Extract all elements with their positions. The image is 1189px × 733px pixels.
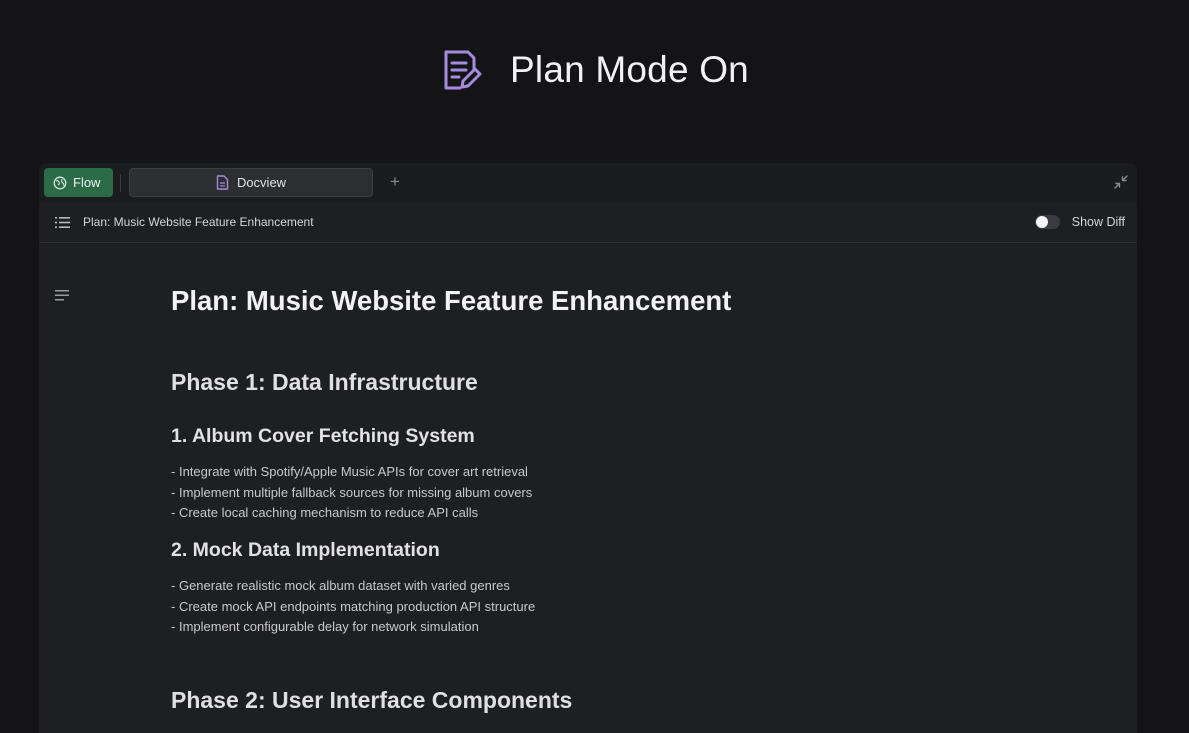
list-item: Implement multiple fallback sources for … xyxy=(171,483,532,504)
hero-title: Plan Mode On xyxy=(510,49,749,90)
collapse-arrows-icon[interactable] xyxy=(1113,174,1129,190)
tab-divider xyxy=(120,174,121,192)
document-content: Plan: Music Website Feature Enhancement … xyxy=(39,243,1137,733)
list-icon[interactable] xyxy=(55,216,70,229)
list-item: Create mock API endpoints matching produ… xyxy=(171,597,535,618)
section-list: Integrate with Spotify/Apple Music APIs … xyxy=(171,462,532,524)
globe-icon xyxy=(53,176,67,189)
section-list: Generate realistic mock album dataset wi… xyxy=(171,576,535,638)
document-title: Plan: Music Website Feature Enhancement xyxy=(171,285,732,316)
app-window: Flow Docview + Plan: Music Website Featu… xyxy=(39,163,1137,733)
hero-banner: Plan Mode On xyxy=(0,0,1189,140)
tab-flow-label: Flow xyxy=(73,175,101,190)
tab-docview[interactable]: Docview xyxy=(129,168,373,197)
section-heading: 1. Album Cover Fetching System xyxy=(171,425,475,447)
phase-heading: Phase 1: Data Infrastructure xyxy=(171,369,478,395)
show-diff-label[interactable]: Show Diff xyxy=(1072,215,1125,229)
tab-docview-label: Docview xyxy=(236,175,287,190)
breadcrumb: Plan: Music Website Feature Enhancement xyxy=(83,215,314,229)
list-item: Generate realistic mock album dataset wi… xyxy=(171,576,535,597)
section-heading: 2. Mock Data Implementation xyxy=(171,539,440,561)
tab-bar: Flow Docview + xyxy=(39,163,1137,203)
phase-heading: Phase 2: User Interface Components xyxy=(171,687,573,713)
add-tab-button[interactable]: + xyxy=(385,170,405,194)
toggle-knob xyxy=(1036,216,1048,228)
list-item: Integrate with Spotify/Apple Music APIs … xyxy=(171,462,532,483)
show-diff-toggle[interactable] xyxy=(1035,215,1060,229)
hero-inner: Plan Mode On xyxy=(440,48,749,92)
document-toolbar: Plan: Music Website Feature Enhancement … xyxy=(39,203,1137,243)
list-item: Create local caching mechanism to reduce… xyxy=(171,503,532,524)
list-item: Implement configurable delay for network… xyxy=(171,617,535,638)
document-icon xyxy=(216,175,229,190)
document-edit-icon xyxy=(444,50,482,90)
outline-icon[interactable] xyxy=(55,290,70,301)
tab-flow[interactable]: Flow xyxy=(44,168,113,197)
